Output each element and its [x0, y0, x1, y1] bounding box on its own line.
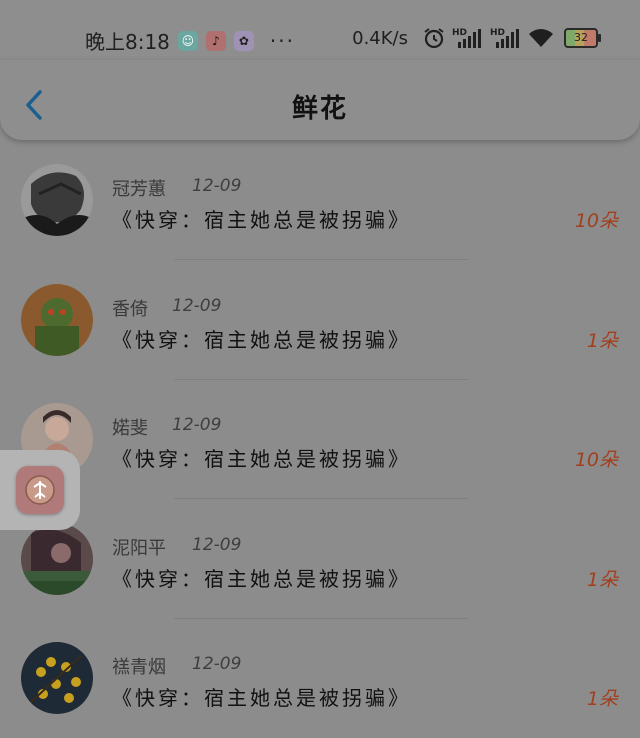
more-notifications-icon: ··· [269, 28, 295, 53]
status-bar: 晚上8:18 ☺ ♪ ✿ ··· 0.4K/s HD HD 32 [0, 0, 640, 60]
flower-count: 1朵 [586, 329, 618, 352]
username: 婼斐 [112, 418, 148, 439]
hd-signal-icon: HD [452, 26, 484, 50]
status-time: 晚上8:18 [85, 30, 170, 54]
app-icon-3: ✿ [233, 30, 254, 51]
nav-bar: 鲜花 [0, 60, 640, 140]
username: 泥阳平 [112, 537, 166, 559]
tiktok-icon: ♪ [205, 30, 226, 51]
hd-signal-icon-2: HD [490, 26, 522, 50]
svg-text:HD: HD [490, 28, 505, 38]
network-speed: 0.4K/s [352, 27, 408, 49]
app-icon-1: ☺ [177, 30, 198, 51]
date: 12-09 [192, 654, 242, 674]
avatar[interactable] [21, 164, 93, 236]
book-title[interactable]: 《快穿：宿主她总是被拐骗》 [112, 443, 411, 472]
avatar[interactable] [21, 522, 93, 595]
battery-icon: 32 [564, 28, 601, 48]
floating-app-icon[interactable] [16, 466, 64, 514]
username: 香倚 [112, 298, 148, 320]
avatar[interactable] [21, 283, 93, 356]
list-item[interactable]: 泥阳平 12-09 《快穿：宿主她总是被拐骗》 1朵 [0, 499, 640, 619]
flower-count: 10朵 [574, 449, 618, 471]
list-item[interactable]: 冠芳蕙 12-09 《快穿：宿主她总是被拐骗》 10朵 [0, 140, 640, 260]
svg-text:HD: HD [452, 28, 467, 38]
book-title[interactable]: 《快穿：宿主她总是被拐骗》 [112, 204, 411, 233]
avatar[interactable] [21, 642, 93, 714]
date: 12-09 [172, 415, 222, 435]
list-item[interactable]: 香倚 12-09 《快穿：宿主她总是被拐骗》 1朵 [0, 260, 640, 380]
date: 12-09 [192, 176, 242, 196]
page-title: 鲜花 [291, 94, 348, 124]
flower-list: 冠芳蕙 12-09 《快穿：宿主她总是被拐骗》 10朵 香倚 12-09 《快穿… [0, 140, 640, 738]
wifi-icon [528, 27, 554, 49]
book-title[interactable]: 《快穿：宿主她总是被拐骗》 [112, 682, 411, 711]
floating-widget[interactable] [0, 450, 80, 530]
book-title[interactable]: 《快穿：宿主她总是被拐骗》 [112, 563, 411, 592]
username: 禚青烟 [112, 657, 166, 678]
alarm-icon [422, 26, 446, 50]
flower-count: 10朵 [574, 210, 618, 232]
status-left: 晚上8:18 ☺ ♪ ✿ ··· [85, 26, 295, 55]
flower-count: 1朵 [586, 688, 618, 710]
date: 12-09 [172, 295, 222, 316]
status-right: 0.4K/s HD HD 32 [352, 26, 601, 50]
list-item[interactable]: 禚青烟 12-09 《快穿：宿主她总是被拐骗》 1朵 [0, 618, 640, 738]
username: 冠芳蕙 [112, 179, 166, 200]
book-title[interactable]: 《快穿：宿主她总是被拐骗》 [112, 324, 411, 353]
flower-count: 1朵 [586, 568, 618, 591]
date: 12-09 [192, 534, 242, 555]
list-item[interactable]: 婼斐 12-09 《快穿：宿主她总是被拐骗》 10朵 [0, 379, 640, 499]
